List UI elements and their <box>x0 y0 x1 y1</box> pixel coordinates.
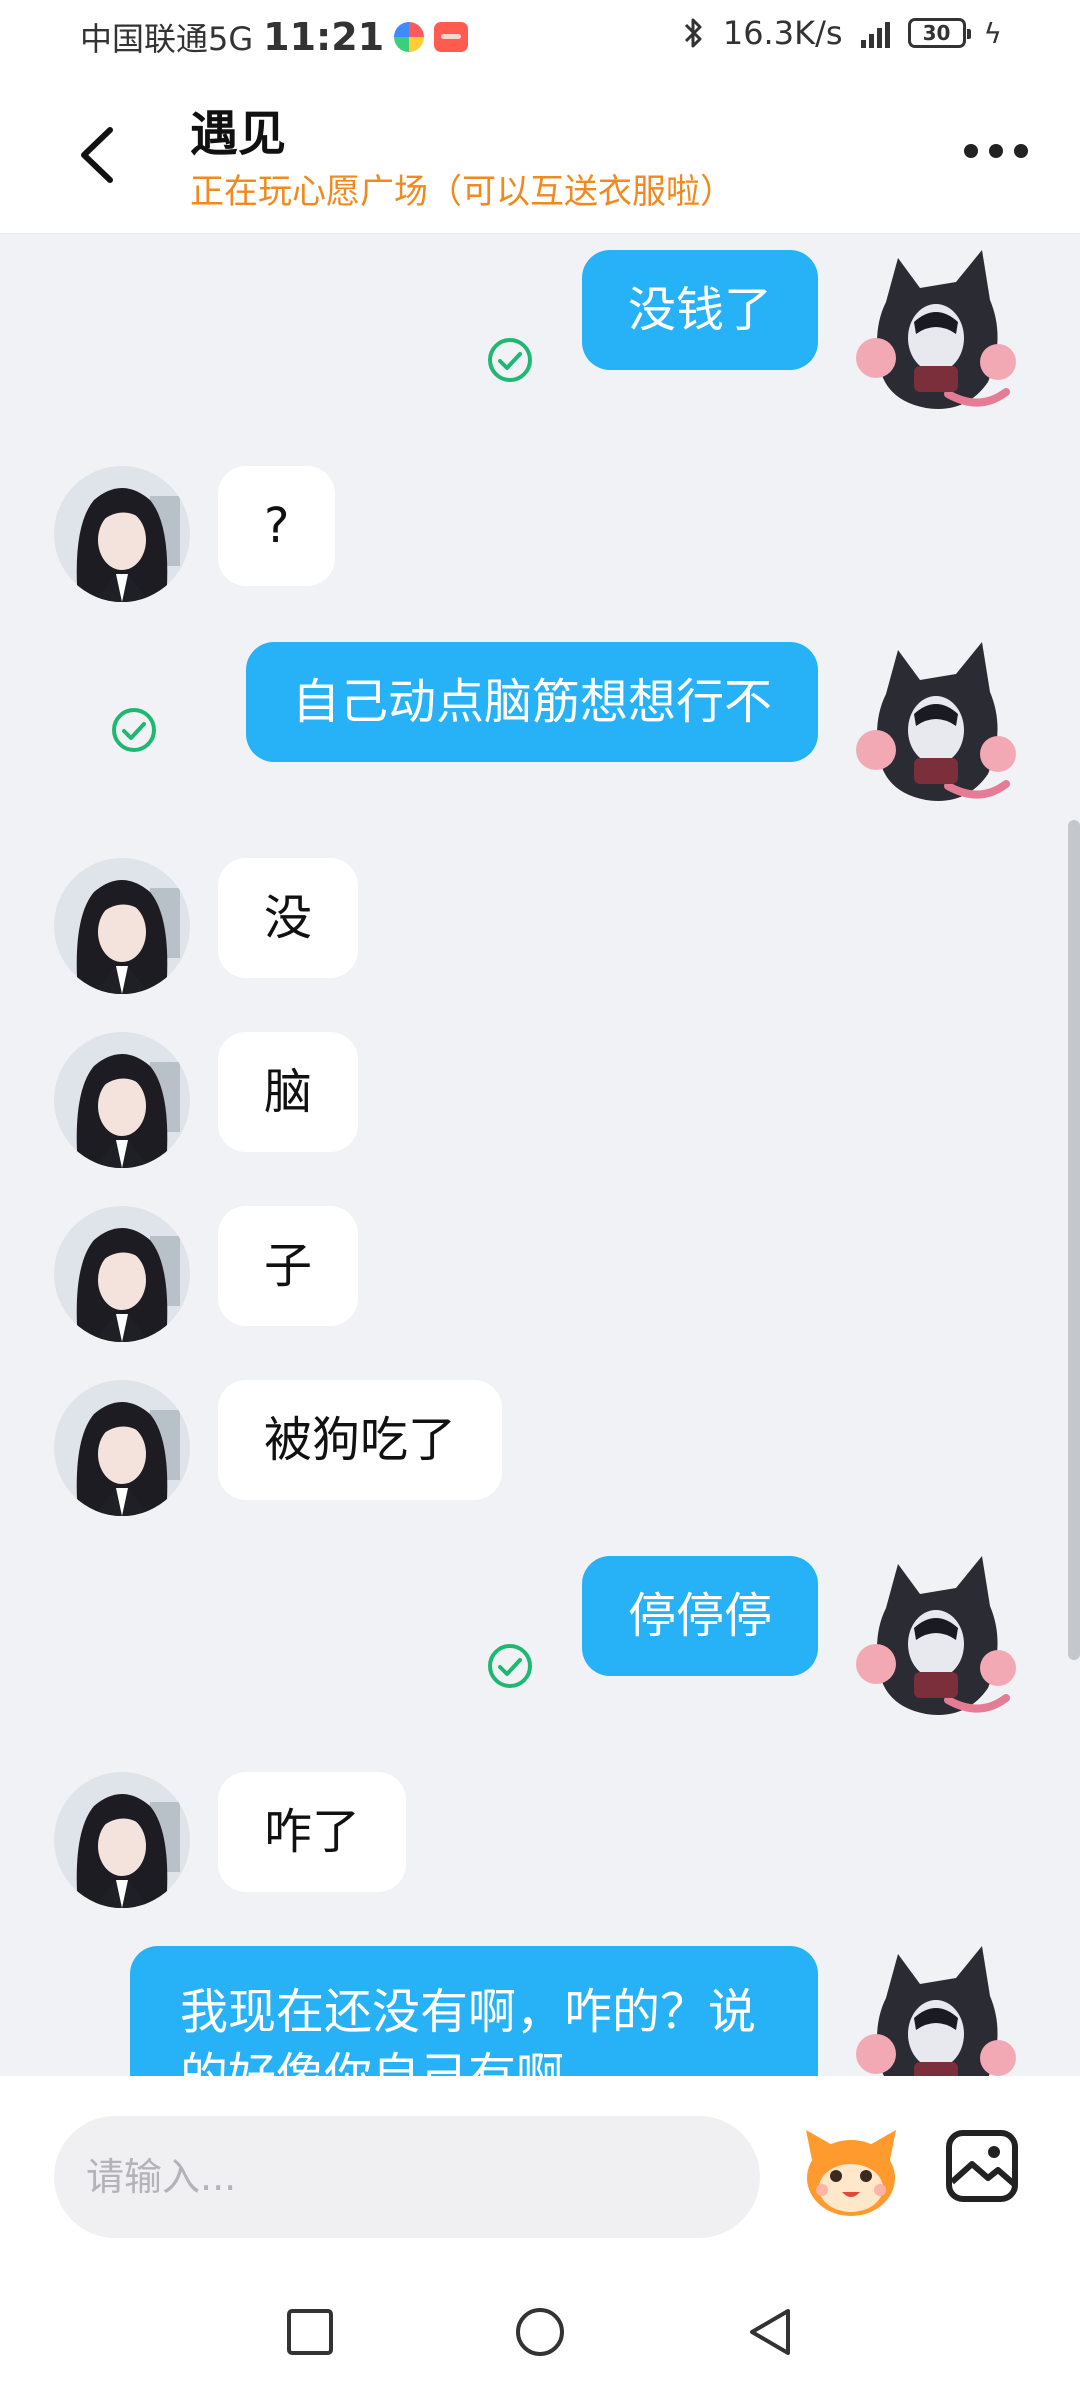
chat-status-subtitle[interactable]: 正在玩心愿广场（可以互送衣服啦） <box>190 164 734 213</box>
system-nav-bar <box>0 2260 1080 2400</box>
chat-header: 遇见 正在玩心愿广场（可以互送衣服啦） <box>0 72 1080 234</box>
signal-strength-icon <box>860 18 890 48</box>
back-button[interactable] <box>66 120 126 190</box>
scrollbar[interactable] <box>1068 820 1080 1660</box>
recent-apps-button[interactable] <box>284 2306 336 2358</box>
triangle-back-icon <box>750 2309 790 2355</box>
status-bar-right: 16.3K/s 30 ϟ <box>683 14 1002 52</box>
contact-avatar[interactable] <box>54 1380 190 1516</box>
network-speed: 16.3K/s <box>722 14 843 52</box>
clock: 11:21 <box>263 15 385 59</box>
read-check-icon <box>486 1642 534 1690</box>
emoji-button[interactable] <box>798 2120 904 2226</box>
contact-avatar[interactable] <box>54 466 190 602</box>
square-icon <box>287 2309 333 2355</box>
contact-avatar[interactable] <box>54 1032 190 1168</box>
more-options-button[interactable] <box>964 138 1028 164</box>
my-avatar[interactable] <box>856 634 1016 810</box>
read-check-icon <box>486 336 534 384</box>
message-bubble[interactable]: 被狗吃了 <box>218 1380 503 1500</box>
chat-screen: 中国联通5G 11:21 16.3K/s 30 ϟ 遇见 正在玩心愿广场（可以互… <box>0 0 1080 2400</box>
bluetooth-icon <box>683 16 705 50</box>
read-check-icon <box>110 706 158 754</box>
my-avatar[interactable] <box>856 1548 1016 1724</box>
message-bubble[interactable]: 子 <box>218 1206 359 1326</box>
status-bar-left: 中国联通5G 11:21 <box>80 14 469 60</box>
contact-avatar[interactable] <box>54 1772 190 1908</box>
notification-app-icon <box>394 22 425 52</box>
carrier-label: 中国联通5G <box>80 20 254 58</box>
circle-icon <box>516 2308 564 2356</box>
message-bubble[interactable]: 咋了 <box>218 1772 407 1892</box>
home-button[interactable] <box>514 2306 566 2358</box>
back-arrow-icon <box>81 127 113 183</box>
message-bubble[interactable]: ? <box>218 466 336 586</box>
my-avatar[interactable] <box>856 1938 1016 2076</box>
contact-avatar[interactable] <box>54 858 190 994</box>
charging-icon: ϟ <box>983 16 1002 50</box>
mascot-emoji-icon <box>806 2130 896 2216</box>
message-bubble[interactable]: 自己动点脑筋想想行不 <box>245 642 818 762</box>
message-bubble[interactable]: 停停停 <box>581 1556 818 1676</box>
image-picker-icon <box>946 2130 1018 2202</box>
status-bar: 中国联通5G 11:21 16.3K/s 30 ϟ <box>0 0 1080 72</box>
message-bubble[interactable]: 没钱了 <box>581 250 818 370</box>
battery-icon: 30 <box>907 18 971 48</box>
shopping-app-icon <box>434 22 469 52</box>
contact-avatar[interactable] <box>54 1206 190 1342</box>
chat-title: 遇见 <box>190 106 287 162</box>
image-button[interactable] <box>944 2128 1020 2204</box>
message-list[interactable]: 没钱了 ? 自己动点脑筋想想行不 没 脑 子 被狗吃了 停停停 咋了 我现在还没… <box>0 234 1080 2076</box>
message-bubble[interactable]: 没 <box>218 858 359 978</box>
back-nav-button[interactable] <box>744 2306 796 2358</box>
message-bubble[interactable]: 我现在还没有啊，咋的？说的好像你自己有啊 <box>130 1946 818 2076</box>
my-avatar[interactable] <box>856 242 1016 418</box>
more-dots-icon <box>964 144 978 158</box>
message-bubble[interactable]: 脑 <box>218 1032 359 1152</box>
input-bar <box>0 2076 1080 2260</box>
message-input[interactable] <box>54 2116 760 2238</box>
